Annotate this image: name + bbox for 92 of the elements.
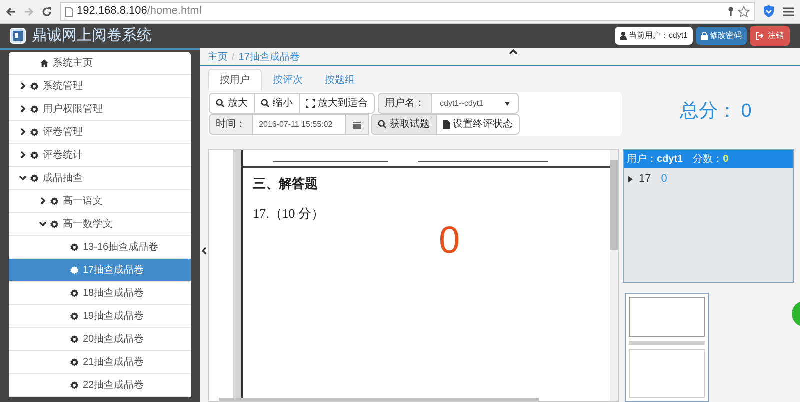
gear-icon xyxy=(70,358,79,366)
page-icon xyxy=(65,6,73,16)
vertical-scrollbar[interactable] xyxy=(610,150,618,401)
chevron-right-icon[interactable] xyxy=(19,105,27,113)
sidebar-item-label: 系统主页 xyxy=(53,56,93,70)
reload-icon[interactable] xyxy=(42,6,52,16)
url-text: 192.168.8.106/home.html xyxy=(77,4,202,20)
sidebar-item-label: 21抽查成品卷 xyxy=(83,356,144,370)
section-heading: 三、解答题 xyxy=(253,175,319,193)
lock-icon xyxy=(701,32,708,40)
gear-icon xyxy=(30,150,39,160)
score-mark: 0 xyxy=(439,221,460,261)
search-icon xyxy=(378,120,387,129)
sidebar-item-label: 评卷管理 xyxy=(43,126,83,140)
chevron-right-icon[interactable] xyxy=(19,151,27,159)
sidebar-item-label: 18抽查成品卷 xyxy=(83,286,144,300)
page-thumbnail[interactable] xyxy=(625,293,709,402)
zoom-out-button[interactable]: 缩小 xyxy=(254,93,300,114)
gear-icon xyxy=(30,174,39,182)
calendar-icon xyxy=(353,120,361,128)
gear-icon xyxy=(30,104,39,114)
username-label: 用户名： xyxy=(378,93,432,114)
question-number: 17 xyxy=(639,172,652,187)
expand-arrow-icon[interactable] xyxy=(628,176,633,182)
gear-icon xyxy=(70,266,79,274)
time-label: 时间： xyxy=(209,114,253,135)
gear-icon xyxy=(70,334,79,344)
gear-icon xyxy=(50,220,59,228)
sidebar-item-label: 13-16抽查成品卷 xyxy=(83,240,159,254)
fit-button[interactable]: 放大到适合 xyxy=(299,93,375,114)
search-icon xyxy=(261,99,270,108)
chevron-right-icon[interactable] xyxy=(39,197,47,205)
chevron-right-icon[interactable] xyxy=(19,82,27,90)
menu-icon[interactable] xyxy=(783,6,794,16)
back-icon[interactable] xyxy=(6,6,16,16)
address-bar[interactable]: 192.168.8.106/home.html xyxy=(60,2,755,21)
logout-button[interactable]: 注销 xyxy=(750,26,790,46)
sidebar-item-label: 系统管理 xyxy=(43,80,83,94)
chevron-down-icon[interactable] xyxy=(19,174,27,182)
question-heading: 17.（10 分） xyxy=(253,204,326,222)
user-icon xyxy=(620,32,627,40)
star-icon[interactable] xyxy=(738,6,750,18)
gear-icon xyxy=(70,288,79,298)
collapse-up-icon[interactable] xyxy=(509,49,518,55)
gear-icon xyxy=(70,380,79,390)
sidebar-item-label: 评卷统计 xyxy=(43,148,83,162)
horizontal-scrollbar[interactable] xyxy=(219,398,539,401)
gear-icon xyxy=(30,82,39,90)
calendar-button[interactable] xyxy=(345,114,369,135)
user-label: 用户： xyxy=(627,152,657,166)
app-title: 鼎诚网上阅卷系统 xyxy=(32,26,152,46)
score-label: 分数： xyxy=(693,152,724,166)
logout-icon xyxy=(756,32,764,40)
search-icon xyxy=(216,99,225,108)
expand-icon xyxy=(306,99,315,108)
file-icon xyxy=(443,120,450,129)
set-final-button[interactable]: 设置终评状态 xyxy=(436,114,520,135)
total-score-value: 0 xyxy=(741,100,752,124)
panel-score: 0 xyxy=(723,152,729,166)
sidebar-item[interactable]: 系统主页 xyxy=(9,52,191,75)
chevron-down-icon[interactable] xyxy=(39,220,47,228)
key-icon[interactable] xyxy=(728,6,734,16)
sidebar-item[interactable]: 17抽查成品卷 xyxy=(9,259,191,282)
sidebar-item-label: 20抽查成品卷 xyxy=(83,332,144,346)
collapse-left-icon[interactable] xyxy=(202,247,207,255)
tab[interactable]: 按用户 xyxy=(208,69,262,91)
question-score: 0 xyxy=(661,172,668,187)
sidebar-item-label: 17抽查成品卷 xyxy=(83,264,144,278)
total-score-label: 总分： xyxy=(680,100,738,124)
zoom-in-button[interactable]: 放大 xyxy=(209,93,255,114)
username-select[interactable]: cdyt1--cdyt1 xyxy=(431,93,519,114)
time-field[interactable]: 2016-07-11 15:55:02 xyxy=(252,114,346,135)
sidebar-item-label: 成品抽查 xyxy=(43,172,83,186)
sidebar-item-label: 高一语文 xyxy=(63,194,103,208)
user-name: cdyt1 xyxy=(657,152,684,166)
sidebar-item-label: 19抽查成品卷 xyxy=(83,310,144,324)
dropdown-caret-icon xyxy=(505,102,510,106)
gear-icon xyxy=(30,128,39,136)
logo-icon xyxy=(10,28,26,44)
home-icon xyxy=(40,58,49,68)
change-password-button[interactable]: 修改密码 xyxy=(696,27,747,45)
gear-icon xyxy=(70,312,79,320)
breadcrumb-separator: / xyxy=(232,50,235,64)
shield-icon[interactable] xyxy=(763,5,775,18)
fetch-button[interactable]: 获取试题 xyxy=(371,114,437,135)
gear-icon xyxy=(70,242,79,252)
sidebar-item-label: 22抽查成品卷 xyxy=(83,378,144,392)
current-user-badge: 当前用户：cdyt1 xyxy=(614,27,693,45)
gear-icon xyxy=(50,196,59,206)
sidebar-item-label: 用户权限管理 xyxy=(43,102,103,116)
chevron-right-icon[interactable] xyxy=(19,128,27,136)
sidebar-item-label: 高一数学文 xyxy=(63,218,113,232)
